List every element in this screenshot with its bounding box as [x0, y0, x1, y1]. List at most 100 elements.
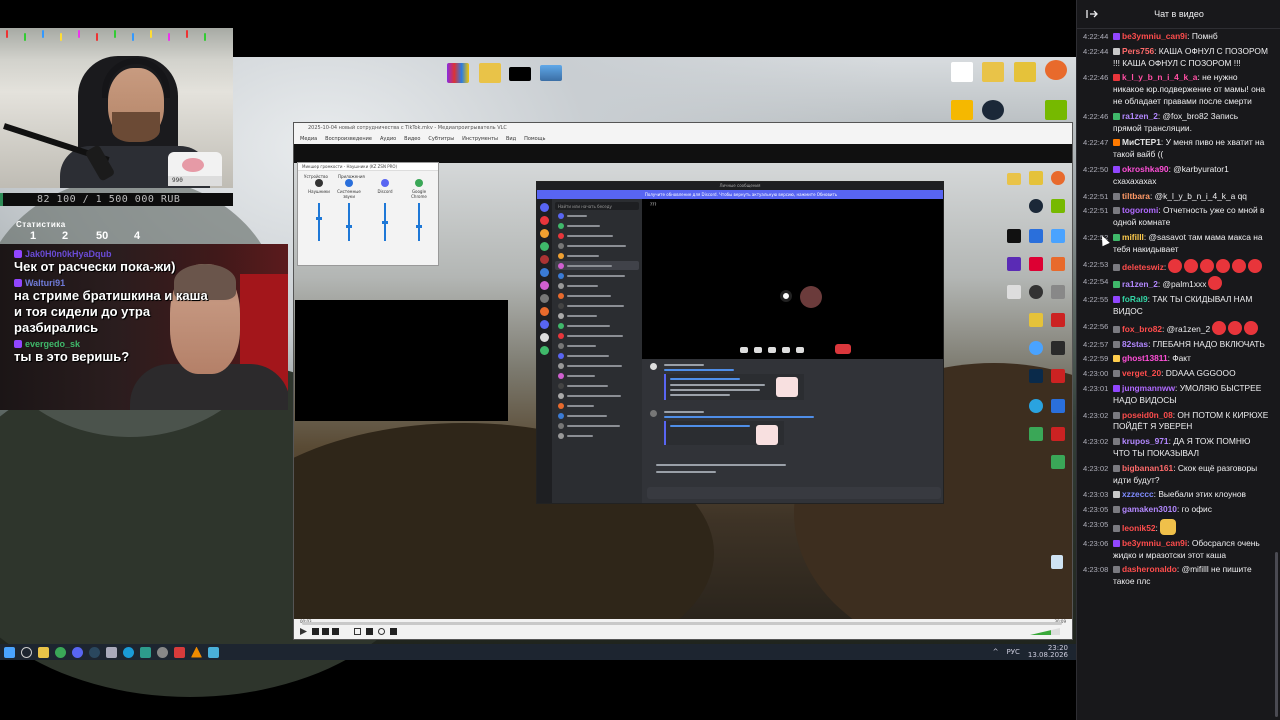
chat-message[interactable]: 4:22:46 k_l_y_b_n_i_4_k_a: не нужно никак…: [1077, 71, 1273, 109]
server-icon[interactable]: [540, 229, 549, 238]
chat-username[interactable]: mifilll: [1122, 232, 1144, 242]
chat-username[interactable]: ra1zen_2: [1122, 279, 1158, 289]
dm-list-item[interactable]: [555, 331, 639, 340]
dm-list-item[interactable]: [555, 391, 639, 400]
chat-message[interactable]: 4:22:44 be3ymniu_can9i: Помнб: [1077, 30, 1273, 45]
chat-username[interactable]: be3ymniu_can9i: [1122, 31, 1187, 41]
chat-username[interactable]: poseid0n_08: [1122, 410, 1173, 420]
chat-username[interactable]: gamaken3010: [1122, 504, 1177, 514]
chat-username[interactable]: deleteswiz: [1122, 262, 1164, 272]
dm-list-item[interactable]: [555, 221, 639, 230]
steam-icon[interactable]: [982, 100, 1004, 120]
chat-username[interactable]: tiltbara: [1122, 191, 1150, 201]
server-icon[interactable]: [540, 281, 549, 290]
winrar-icon[interactable]: [447, 63, 469, 83]
volume-slider-thumb[interactable]: [382, 221, 388, 224]
vlc-menu-item[interactable]: Помощь: [524, 134, 545, 144]
game-icon[interactable]: [1014, 62, 1036, 82]
app-icon[interactable]: [140, 646, 151, 658]
vlc-menu-item[interactable]: Вид: [506, 134, 516, 144]
chat-username[interactable]: verget_20: [1122, 368, 1161, 378]
volume-slider-thumb[interactable]: [316, 217, 322, 220]
server-icon[interactable]: [540, 268, 549, 277]
chat-username[interactable]: togoromi: [1122, 205, 1158, 215]
server-icon[interactable]: [540, 242, 549, 251]
dm-list-item[interactable]: [555, 371, 639, 380]
dm-list-item[interactable]: [555, 421, 639, 430]
chat-username[interactable]: xzzeccc: [1122, 489, 1154, 499]
image-file-icon[interactable]: [540, 65, 562, 81]
volume-slider[interactable]: [382, 203, 388, 241]
chat-message[interactable]: 4:23:05 leonik52:: [1077, 518, 1273, 537]
screen-share-icon[interactable]: [768, 347, 776, 353]
chat-message[interactable]: 4:23:06 be3ymniu_can9i: Обосралcя очень ж…: [1077, 537, 1273, 564]
embed-title[interactable]: [670, 378, 740, 380]
vlc-menu-item[interactable]: Субтитры: [428, 134, 454, 144]
chat-username[interactable]: be3ymniu_can9i: [1122, 538, 1187, 548]
server-icon[interactable]: [540, 294, 549, 303]
vlc-menu-item[interactable]: Аудио: [380, 134, 396, 144]
rockstar-icon[interactable]: [951, 100, 973, 120]
server-icon[interactable]: [540, 307, 549, 316]
mic-icon[interactable]: [740, 347, 748, 353]
chat-message[interactable]: 4:22:55 foRal9: ТАК ТЫ СКИДЫВАЛ НАМ ВИДОС: [1077, 293, 1273, 320]
server-icon[interactable]: [540, 333, 549, 342]
avatar-icon[interactable]: [951, 62, 973, 82]
chat-message[interactable]: 4:22:46 ra1zen_2: @fox_bro82 Запись прямо…: [1077, 110, 1273, 137]
app-icon[interactable]: [1045, 60, 1067, 80]
steam-icon[interactable]: [89, 646, 100, 658]
chat-username[interactable]: Pers756: [1122, 46, 1154, 56]
vlc-menu-item[interactable]: Воспроизведение: [325, 134, 372, 144]
add-server-icon[interactable]: [540, 346, 549, 355]
chat-message[interactable]: 4:22:57 82stas: ГЛЕБАНЯ НАДО ВКЛЮЧАТЬ: [1077, 338, 1273, 353]
chat-message[interactable]: 4:22:51 tiltbara: @k_l_y_b_n_i_4_k_a qq: [1077, 190, 1273, 205]
chat-username[interactable]: dasheronaldo: [1122, 564, 1177, 574]
nvidia-icon[interactable]: [1045, 100, 1067, 120]
notepad-icon[interactable]: [208, 646, 219, 658]
chat-username[interactable]: foRal9: [1122, 294, 1148, 304]
chat-message[interactable]: 4:23:02 poseid0n_08: ОН ПОТОМ К КИРЮХЕ ПО…: [1077, 409, 1273, 436]
discord-update-banner[interactable]: Получите обновление для Discord. Чтобы в…: [537, 190, 943, 199]
chat-message[interactable]: 4:22:51 togoromi: Отчетность уже со мной …: [1077, 204, 1273, 231]
volume-slider[interactable]: [416, 203, 422, 241]
discord-search[interactable]: Найти или начать беседу: [555, 202, 639, 210]
dm-list-item[interactable]: [555, 271, 639, 280]
embed-title[interactable]: [670, 425, 750, 427]
volume-slider[interactable]: [346, 203, 352, 241]
chat-username[interactable]: ghost13811: [1122, 353, 1168, 363]
fullscreen-icon[interactable]: [354, 628, 361, 635]
chat-message[interactable]: 4:23:08 dasheronaldo: @mifilll не пишите …: [1077, 563, 1273, 590]
chat-message[interactable]: 4:23:02 bigbanan161: Скок ещё разговоры и…: [1077, 462, 1273, 489]
activity-icon[interactable]: [782, 347, 790, 353]
black-file-icon[interactable]: [509, 67, 531, 81]
chat-username[interactable]: bigbanan161: [1122, 463, 1173, 473]
chat-username[interactable]: k_l_y_b_n_i_4_k_a: [1122, 72, 1197, 82]
lang-indicator[interactable]: РУС: [1007, 648, 1020, 656]
chat-username[interactable]: 82stas: [1122, 339, 1148, 349]
vlc-menu-item[interactable]: Инструменты: [462, 134, 498, 144]
chat-message[interactable]: 4:22:50 okroshka90: @karbyurator1 схахаха…: [1077, 163, 1273, 190]
chat-message[interactable]: 4:22:59 ghost13811: Факт: [1077, 352, 1273, 367]
end-call-button[interactable]: [835, 344, 851, 354]
chevron-up-icon[interactable]: ^: [993, 648, 999, 656]
browser-icon[interactable]: [123, 646, 134, 658]
chat-username[interactable]: fox_bro82: [1122, 324, 1162, 334]
dm-list-item[interactable]: [555, 381, 639, 390]
volume-slider[interactable]: [316, 203, 322, 241]
discord-home-icon[interactable]: [540, 203, 549, 212]
dm-list-item[interactable]: [555, 251, 639, 260]
date[interactable]: 13.08.2026: [1028, 652, 1068, 659]
obs-icon[interactable]: [157, 646, 168, 658]
loop-icon[interactable]: [378, 628, 385, 635]
dm-list-item[interactable]: [555, 411, 639, 420]
folder-icon[interactable]: [479, 63, 501, 83]
discord-icon[interactable]: [72, 646, 83, 658]
chat-username[interactable]: jungmannww: [1122, 383, 1175, 393]
chat-message[interactable]: 4:22:53 deleteswiz:: [1077, 258, 1273, 276]
next-icon[interactable]: [332, 628, 339, 635]
vlc-seek-bar[interactable]: [302, 622, 1062, 625]
chrome-icon[interactable]: [55, 646, 66, 658]
server-icon[interactable]: [540, 320, 549, 329]
chat-username[interactable]: МиСТЕР1: [1122, 137, 1161, 147]
volume-mixer[interactable]: Микшер громкости - Наушники (KZ ZSN PRO)…: [297, 162, 439, 266]
